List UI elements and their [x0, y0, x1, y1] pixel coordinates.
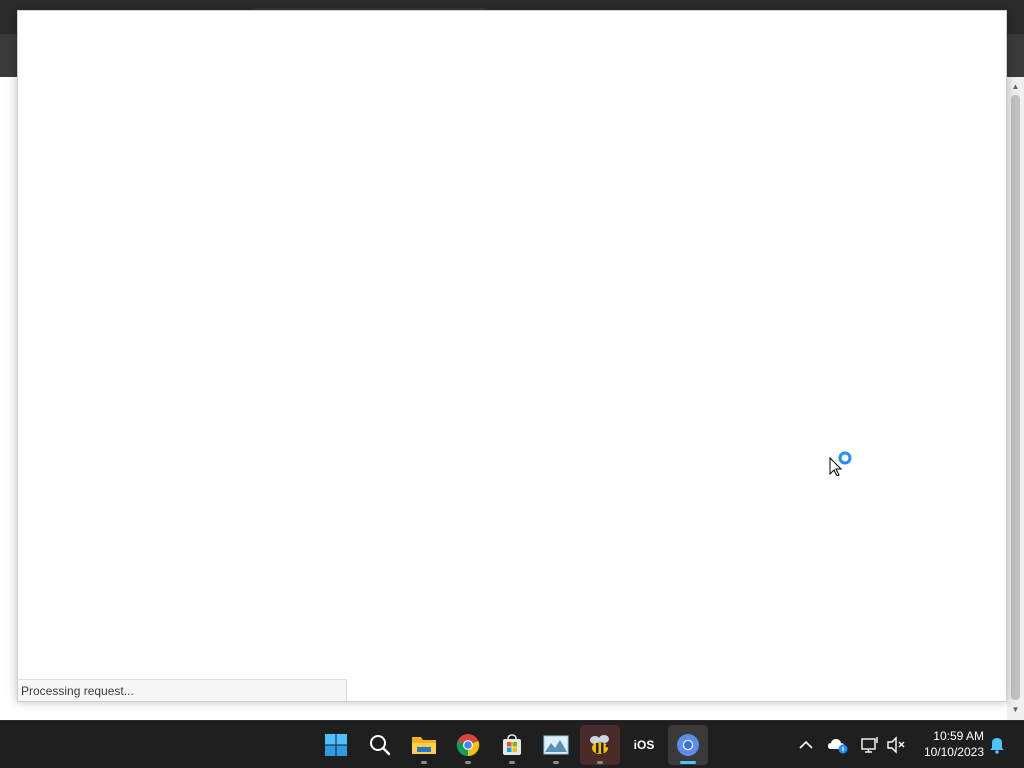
windows-logo-icon — [325, 734, 347, 756]
clock-time: 10:59 AM — [933, 729, 984, 743]
chromium-icon — [677, 734, 699, 756]
running-indicator — [597, 761, 603, 764]
chevron-up-icon — [799, 740, 813, 749]
bell-icon — [990, 738, 1004, 754]
bee-app-button[interactable] — [580, 725, 620, 765]
scroll-thumb[interactable] — [1011, 95, 1020, 700]
photos-button[interactable] — [536, 725, 576, 765]
network-icon — [861, 737, 878, 753]
speaker-muted-icon — [887, 736, 905, 754]
scroll-up-arrow-icon[interactable]: ▲ — [1007, 79, 1024, 95]
clock[interactable]: 10:59 AM 10/10/2023 — [912, 728, 984, 762]
ios-app-label: iOS — [633, 738, 655, 752]
taskbar: iOS 10:59 AM 10/10/2023 — [0, 720, 1024, 768]
network-button[interactable] — [858, 733, 882, 757]
search-icon — [370, 735, 391, 756]
clock-date: 10/10/2023 — [923, 745, 984, 759]
notifications-button[interactable] — [985, 733, 1009, 757]
cloud-sync-icon — [828, 739, 848, 754]
ios-app-button[interactable]: iOS — [624, 725, 664, 765]
start-button[interactable] — [316, 725, 356, 765]
show-hidden-icons-button[interactable] — [794, 733, 818, 757]
running-indicator — [421, 761, 427, 764]
file-explorer-icon — [412, 737, 436, 754]
search-button[interactable] — [360, 725, 400, 765]
onedrive-status-button[interactable] — [826, 733, 850, 757]
active-window-indicator — [680, 761, 696, 764]
photos-icon — [543, 735, 569, 755]
chromium-button[interactable] — [668, 725, 708, 765]
running-indicator — [465, 761, 471, 764]
microsoft-store-button[interactable] — [492, 725, 532, 765]
status-bar: Processing request... — [18, 679, 347, 701]
microsoft-store-icon — [503, 734, 521, 755]
bee-app-icon — [590, 735, 609, 754]
volume-button[interactable] — [884, 733, 908, 757]
chrome-button[interactable] — [448, 725, 488, 765]
running-indicator — [553, 761, 559, 764]
scroll-down-arrow-icon[interactable]: ▼ — [1007, 702, 1024, 718]
status-text: Processing request... — [21, 684, 134, 698]
page-scrollbar[interactable]: ▲ ▼ — [1007, 77, 1024, 720]
loading-popup-window: Processing request... — [17, 10, 1007, 702]
busy-cursor-icon — [828, 448, 854, 477]
chrome-icon — [456, 734, 480, 757]
running-indicator — [509, 761, 515, 764]
file-explorer-button[interactable] — [404, 725, 444, 765]
